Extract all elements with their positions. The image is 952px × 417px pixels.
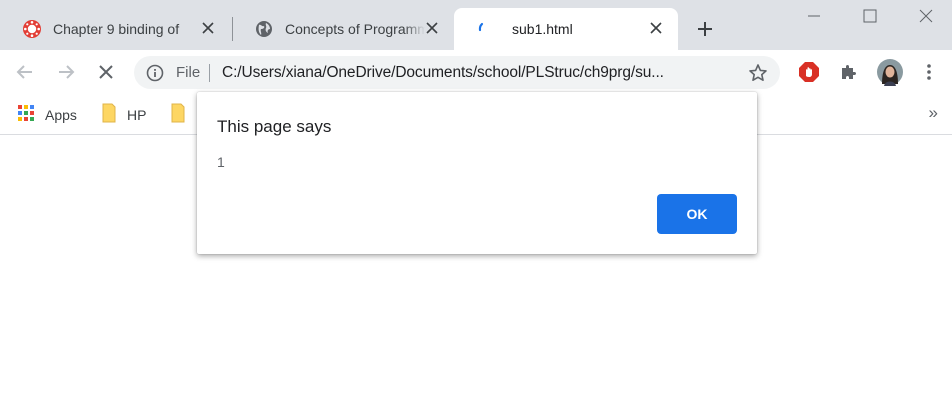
tab-title: Chapter 9 binding of	[53, 21, 180, 37]
dialog-title: This page says	[217, 117, 332, 136]
folder-icon	[170, 103, 186, 128]
close-icon[interactable]	[898, 0, 952, 32]
address-bar[interactable]: File C:/Users/xiana/OneDrive/Documents/s…	[134, 56, 780, 89]
tab-chapter9[interactable]: Chapter 9 binding of	[0, 8, 230, 50]
arrow-left-icon[interactable]	[13, 60, 37, 84]
apps-grid-icon	[17, 104, 35, 127]
bookmark-label: Apps	[45, 107, 77, 123]
tab-title: Concepts of Programm	[285, 21, 425, 37]
arrow-right-icon[interactable]	[54, 60, 78, 84]
kebab-menu-icon[interactable]	[917, 60, 941, 84]
bookmark-label: HP	[127, 107, 147, 123]
loading-spinner-icon	[476, 19, 496, 39]
folder-icon	[101, 103, 117, 128]
globe-icon	[254, 19, 274, 39]
minimize-icon[interactable]	[786, 0, 842, 32]
ok-button[interactable]: OK	[657, 194, 737, 234]
bookmarks-overflow-button[interactable]: »	[929, 103, 938, 123]
bookmark-apps[interactable]: Apps	[17, 104, 77, 126]
tab-close-icon[interactable]	[424, 20, 440, 36]
tab-strip: Chapter 9 binding of Concepts of Program…	[0, 0, 952, 50]
puzzle-extensions-icon[interactable]	[837, 60, 861, 84]
tab-close-icon[interactable]	[200, 20, 216, 36]
bookmark-hp[interactable]: HP	[101, 103, 147, 128]
tab-sub1-active[interactable]: sub1.html	[454, 8, 678, 50]
canvas-logo-icon	[22, 19, 42, 39]
stop-loading-icon[interactable]	[94, 60, 118, 84]
profile-avatar[interactable]	[876, 58, 904, 86]
alert-dialog: This page says 1 OK	[197, 92, 757, 254]
maximize-icon[interactable]	[842, 0, 898, 32]
bookmark-folder[interactable]	[170, 103, 186, 128]
tab-close-icon[interactable]	[648, 20, 664, 36]
info-icon[interactable]	[146, 64, 164, 82]
scheme-label: File	[176, 64, 201, 81]
adblock-icon[interactable]	[797, 60, 821, 84]
tab-title: sub1.html	[512, 21, 573, 37]
omnibox-divider	[209, 64, 210, 82]
star-bookmark-icon[interactable]	[748, 63, 768, 83]
plus-icon[interactable]	[694, 18, 716, 40]
dialog-message: 1	[217, 154, 225, 170]
url-text[interactable]: C:/Users/xiana/OneDrive/Documents/school…	[222, 64, 742, 82]
toolbar: File C:/Users/xiana/OneDrive/Documents/s…	[0, 50, 952, 95]
tab-concepts-of-programming[interactable]: Concepts of Programm	[232, 8, 454, 50]
